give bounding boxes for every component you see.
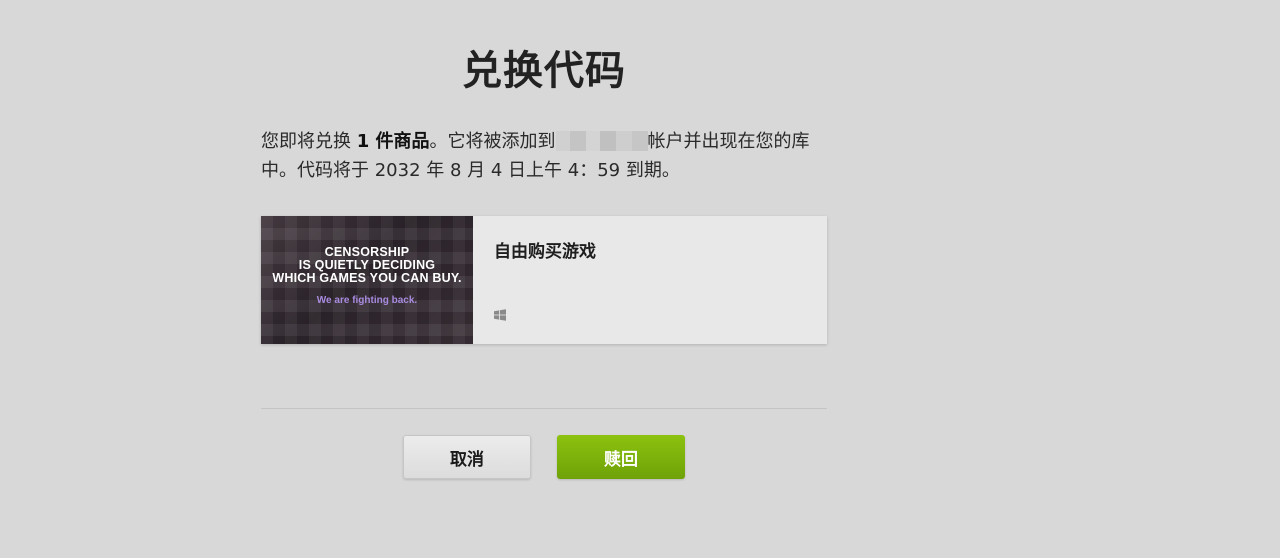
product-image-headline: CENSORSHIP IS QUIETLY DECIDING WHICH GAM… — [261, 246, 473, 285]
description-prefix: 您即将兑换 — [261, 131, 357, 152]
image-tagline: We are fighting back. — [316, 295, 418, 306]
windows-icon — [494, 309, 506, 321]
item-count: 1 件商品 — [356, 131, 430, 152]
description-middle: 。它将被添加到 — [429, 131, 556, 152]
product-info: 自由购买游戏 — [473, 216, 827, 344]
product-card: CENSORSHIP IS QUIETLY DECIDING WHICH GAM… — [261, 216, 827, 344]
divider — [261, 408, 827, 409]
image-text-line3: WHICH GAMES YOU CAN BUY. — [272, 271, 462, 285]
redeem-code-page: 兑换代码 您即将兑换 1 件商品。它将被添加到 帐户并出现在您的库中。代码将于 2… — [0, 0, 1280, 558]
product-name: 自由购买游戏 — [494, 242, 596, 262]
redeem-description: 您即将兑换 1 件商品。它将被添加到 帐户并出现在您的库中。代码将于 2032 年… — [261, 127, 827, 185]
cancel-button[interactable]: 取消 — [403, 435, 531, 479]
product-image: CENSORSHIP IS QUIETLY DECIDING WHICH GAM… — [261, 216, 473, 344]
redacted-account-name — [555, 131, 648, 151]
page-title: 兑换代码 — [462, 48, 626, 94]
redeem-button[interactable]: 赎回 — [557, 435, 685, 479]
